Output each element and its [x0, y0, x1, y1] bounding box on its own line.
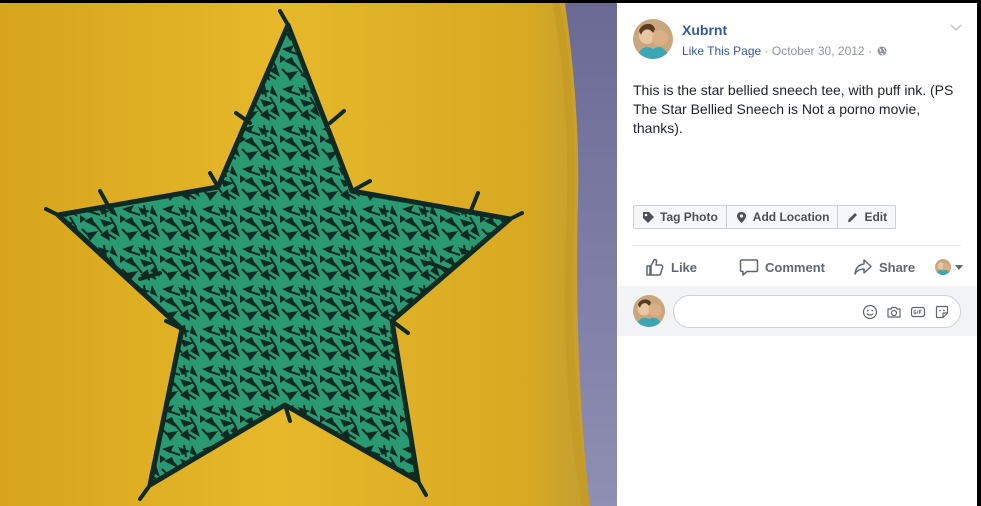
- globe-icon: [877, 45, 887, 56]
- comment-button[interactable]: Comment: [739, 253, 825, 281]
- edit-label: Edit: [864, 210, 888, 224]
- post-caption: This is the star bellied sneech tee, wit…: [633, 82, 954, 136]
- ufi-bar: Like Comment Share: [633, 253, 964, 281]
- post-photo[interactable]: [0, 3, 617, 506]
- post-meta: Like This Page · October 30, 2012 ·: [682, 44, 887, 58]
- avatar[interactable]: [633, 19, 673, 59]
- tag-icon: [642, 211, 655, 224]
- meta-separator: ·: [764, 44, 769, 58]
- caret-down-icon: [955, 264, 964, 270]
- avatar: [633, 295, 665, 327]
- thumbs-up-icon: [645, 257, 665, 277]
- author-name[interactable]: Xubrnt: [682, 22, 727, 38]
- comment-label: Comment: [765, 259, 825, 275]
- share-label: Share: [878, 259, 916, 275]
- comment-input[interactable]: [673, 295, 961, 328]
- divider: [633, 245, 961, 246]
- emoji-icon[interactable]: [862, 304, 878, 320]
- share-button[interactable]: Share: [853, 253, 915, 281]
- location-pin-icon: [735, 211, 748, 224]
- camera-icon[interactable]: [886, 304, 902, 320]
- share-arrow-icon: [853, 257, 873, 277]
- shirt-star-image: [0, 3, 617, 506]
- comment-composer: [617, 286, 977, 336]
- add-location-button[interactable]: Add Location: [727, 206, 839, 228]
- post-panel: Xubrnt Like This Page · October 30, 2012…: [617, 3, 977, 506]
- comment-bubble-icon: [739, 257, 759, 277]
- sticker-icon[interactable]: [934, 304, 950, 320]
- photo-viewer: Xubrnt Like This Page · October 30, 2012…: [0, 0, 981, 506]
- pencil-icon: [846, 211, 859, 224]
- post-date[interactable]: October 30, 2012: [772, 44, 865, 58]
- like-page-link[interactable]: Like This Page: [682, 44, 761, 58]
- window-edge: [977, 0, 981, 506]
- meta-separator: ·: [867, 44, 872, 58]
- add-location-label: Add Location: [752, 210, 830, 224]
- comment-tools: [862, 304, 950, 320]
- like-button[interactable]: Like: [645, 253, 697, 281]
- chevron-down-icon[interactable]: [949, 21, 963, 33]
- post-header: Xubrnt Like This Page · October 30, 2012…: [633, 19, 963, 63]
- gif-icon[interactable]: [910, 304, 926, 320]
- avatar: [935, 259, 952, 275]
- like-label: Like: [671, 259, 698, 275]
- photo-actions: Tag Photo Add Location Edit: [633, 205, 897, 229]
- edit-button[interactable]: Edit: [838, 206, 895, 228]
- tag-photo-label: Tag Photo: [660, 210, 718, 224]
- post-as-selector[interactable]: [935, 259, 964, 275]
- tag-photo-button[interactable]: Tag Photo: [634, 206, 727, 228]
